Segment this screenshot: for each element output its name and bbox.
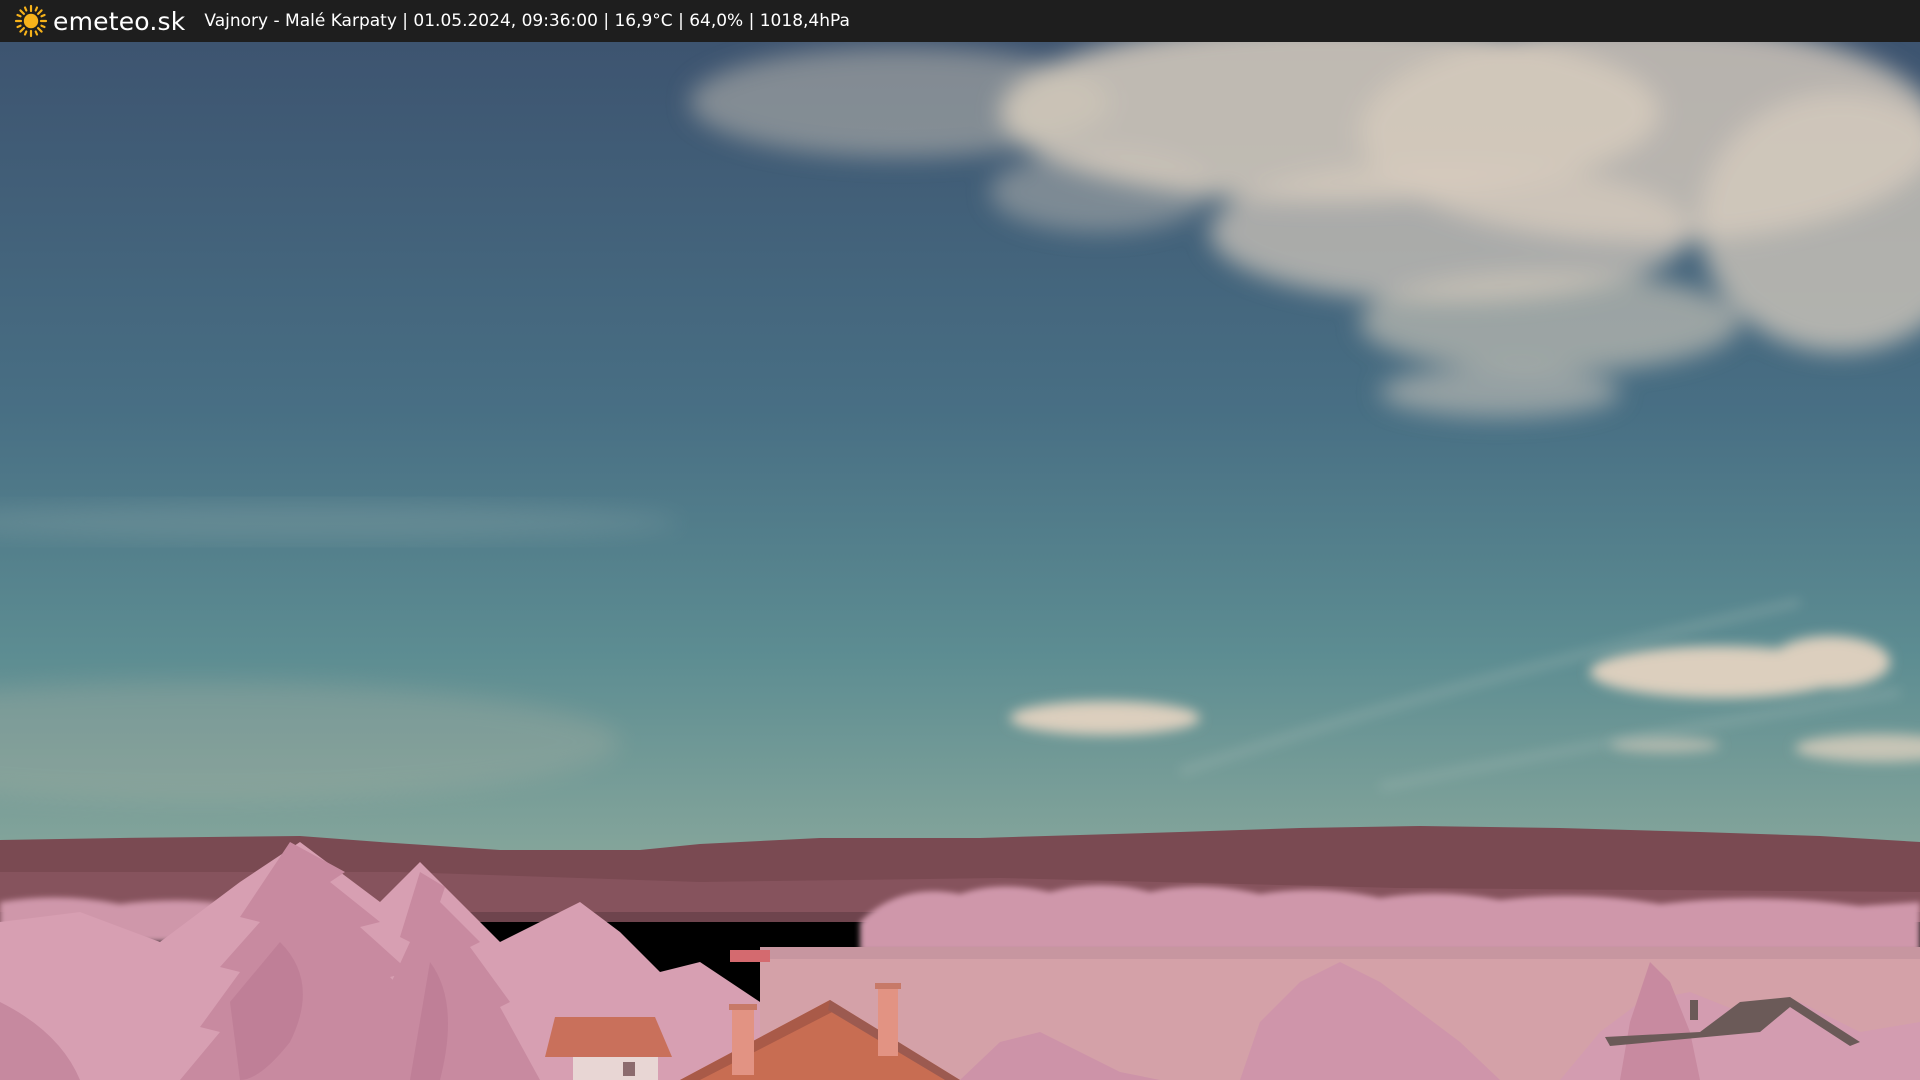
top-bar: emeteo.sk Vajnory - Malé Karpaty | 01.05… [0,0,1920,42]
brand-name: emeteo.sk [53,6,186,36]
site-logo[interactable]: emeteo.sk [14,4,185,38]
station-caption: Vajnory - Malé Karpaty | 01.05.2024, 09:… [204,11,850,31]
webcam-image [0,42,1920,1080]
sun-icon [14,4,48,38]
